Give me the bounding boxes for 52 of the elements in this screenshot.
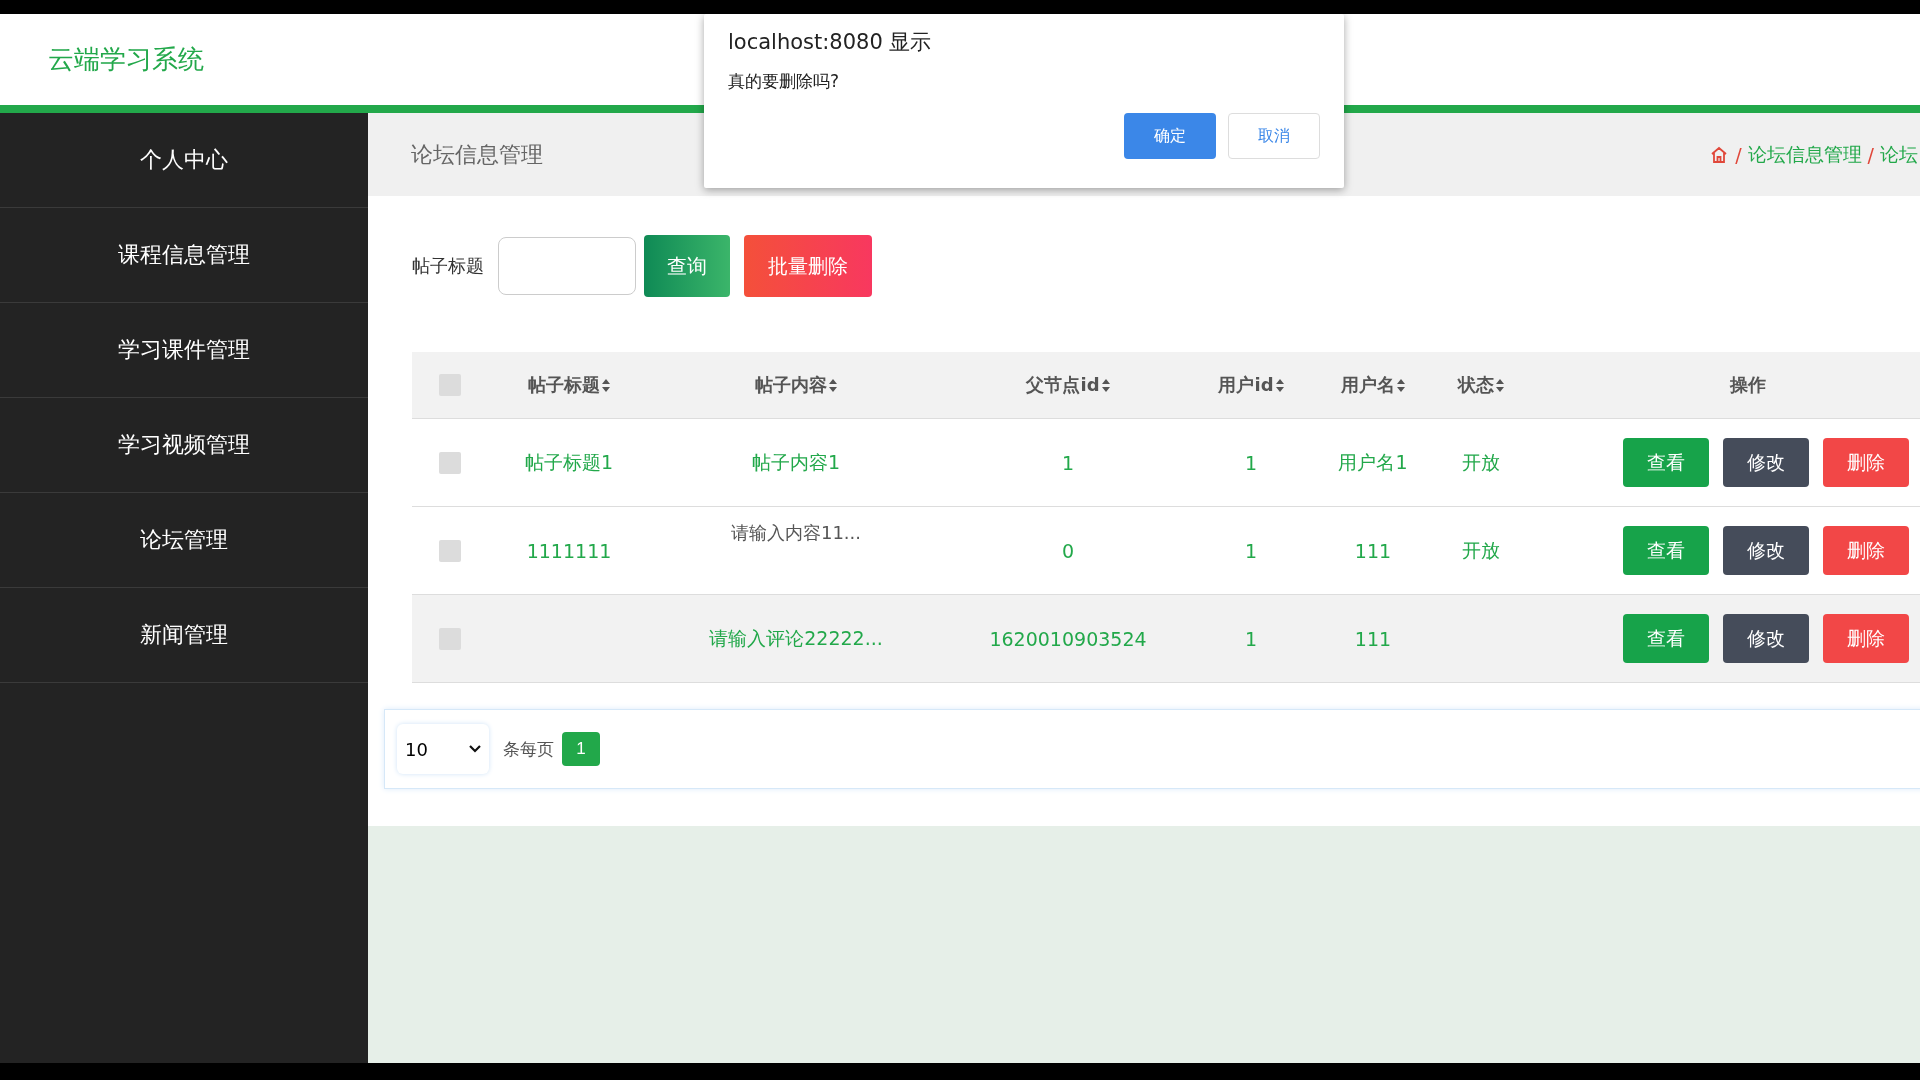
column-header: 操作 <box>1729 373 1767 397</box>
sort-icon[interactable] <box>829 378 837 392</box>
sort-icon[interactable] <box>1496 378 1504 392</box>
search-field[interactable] <box>498 237 636 295</box>
column-header[interactable]: 状态 <box>1438 373 1524 397</box>
table-cell-text: 请输入评论22222... <box>709 625 883 651</box>
edit-button[interactable]: 修改 <box>1723 614 1809 663</box>
column-header[interactable]: 父节点id <box>942 373 1194 397</box>
table-cell: 0 <box>1061 539 1075 562</box>
breadcrumb-separator: / <box>1735 143 1742 166</box>
app-title: 云端学习系统 <box>48 43 204 76</box>
table-cell-text: 帖子内容1 <box>751 449 841 475</box>
row-checkbox[interactable] <box>439 539 461 562</box>
column-header[interactable]: 帖子标题 <box>488 373 650 397</box>
dialog-title: localhost:8080 显示 <box>728 29 933 56</box>
table-cell: 1 <box>1061 451 1075 474</box>
table-cell: 1620010903524 <box>989 627 1147 650</box>
table-cell: 111 <box>1354 627 1392 650</box>
edit-button[interactable]: 修改 <box>1723 438 1809 487</box>
table-cell: 1111111 <box>526 539 612 562</box>
page-size-select[interactable]: 10 <box>397 724 489 774</box>
chevron-down-icon <box>469 745 481 753</box>
page-title: 论坛信息管理 <box>411 140 543 169</box>
table-cell: 1 <box>1244 539 1258 562</box>
dialog-message: 真的要删除吗? <box>728 70 841 93</box>
table-cell-text: 开放 <box>1462 537 1500 563</box>
ok-button[interactable]: 确定 <box>1124 113 1216 159</box>
search-label: 帖子标题 <box>412 254 484 278</box>
sort-icon[interactable] <box>602 378 610 392</box>
sort-icon[interactable] <box>1101 378 1110 392</box>
column-header[interactable]: 帖子内容 <box>650 373 942 397</box>
table-cell-text: 用户名1 <box>1338 449 1408 475</box>
delete-button[interactable]: 删除 <box>1823 614 1909 663</box>
cancel-button[interactable]: 取消 <box>1228 113 1320 159</box>
table-cell: 1 <box>1244 627 1258 650</box>
batch-delete-button[interactable]: 批量删除 <box>744 235 872 297</box>
column-header[interactable]: 用户id <box>1194 373 1308 397</box>
table-cell: 1 <box>1244 451 1258 474</box>
edit-button[interactable]: 修改 <box>1723 526 1809 575</box>
table-cell: 请输入内容11... <box>730 521 862 545</box>
per-page-label: 条每页 <box>503 737 554 761</box>
table-cell-text: 帖子标题1 <box>524 449 614 475</box>
table-cell-text: 开放 <box>1462 449 1500 475</box>
breadcrumb-separator: / <box>1867 143 1874 166</box>
table-cell: 111 <box>1354 539 1392 562</box>
sort-icon[interactable] <box>1275 378 1284 392</box>
row-checkbox[interactable] <box>439 451 461 474</box>
sort-icon[interactable] <box>1397 378 1405 392</box>
column-header[interactable]: 用户名 <box>1308 373 1438 397</box>
delete-button[interactable]: 删除 <box>1823 438 1909 487</box>
delete-button[interactable]: 删除 <box>1823 526 1909 575</box>
search-button[interactable]: 查询 <box>644 235 730 297</box>
